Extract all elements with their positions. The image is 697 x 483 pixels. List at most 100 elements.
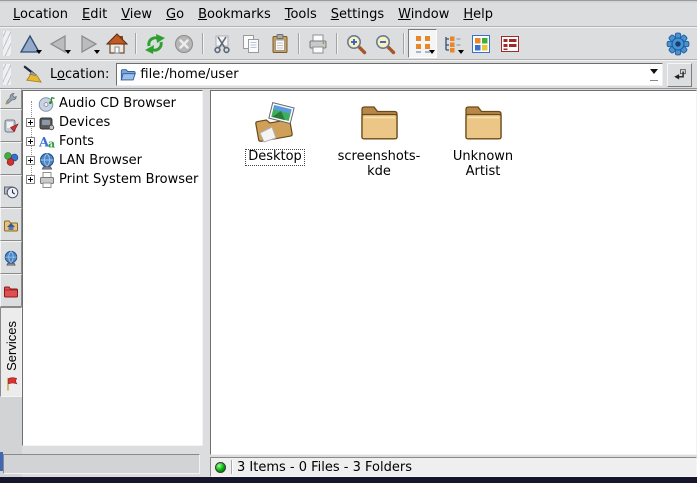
menu-item[interactable]: Location: [6, 5, 75, 24]
status-led-icon: [215, 462, 226, 473]
status-text: 3 Items - 0 Files - 3 Folders: [237, 460, 412, 475]
reload-icon: [144, 33, 166, 55]
stop-icon: [173, 33, 195, 55]
kde-gear-button[interactable]: [663, 29, 693, 59]
print-button[interactable]: [303, 29, 332, 58]
toolbar-drag-handle[interactable]: [3, 31, 11, 56]
file-item[interactable]: screenshots-kde: [331, 97, 427, 181]
sidebar-tab-strip: Services: [0, 89, 22, 477]
detailed-list-view-icon: [499, 33, 521, 55]
multicolumn-view-button[interactable]: [466, 29, 495, 58]
menu-item[interactable]: Tools: [278, 5, 324, 24]
sidebar-tab-history[interactable]: [0, 175, 22, 208]
menu-item[interactable]: Edit: [75, 5, 114, 24]
expander-plus-icon[interactable]: [26, 175, 35, 184]
cut-button[interactable]: [207, 29, 236, 58]
main-toolbar: [0, 27, 697, 60]
home-icon: [106, 33, 128, 55]
menu-item[interactable]: Help: [456, 5, 500, 24]
zoom-out-icon: [374, 33, 396, 55]
network-globe-icon: [3, 250, 19, 266]
toolbar-separator: [403, 33, 404, 54]
file-item-icon: [355, 97, 403, 145]
go-button[interactable]: [667, 63, 692, 87]
file-item-label: screenshots-kde: [331, 149, 427, 181]
tree-item-label: LAN Browser: [59, 153, 142, 168]
enter-arrow-icon: [672, 67, 688, 83]
tree-view-button[interactable]: [437, 29, 466, 58]
multicolumn-view-icon: [470, 33, 492, 55]
services-flag-icon: [3, 376, 19, 392]
menu-item[interactable]: Window: [391, 5, 456, 24]
copy-button[interactable]: [236, 29, 265, 58]
main-panel: Desktop screenshots-kde Unknown Artist: [210, 89, 697, 477]
sidebar-tab-devices[interactable]: [0, 142, 22, 175]
services-tree: Audio CD Browser Devices Fonts: [22, 90, 203, 446]
copy-icon: [240, 33, 262, 55]
window-bottom-edge: [0, 477, 697, 483]
devices-icon: [3, 151, 19, 167]
sidebar-tab-bookmarks[interactable]: [0, 109, 22, 142]
chevron-down-icon: [650, 69, 658, 78]
location-input[interactable]: file:/home/user: [116, 63, 663, 86]
paste-button[interactable]: [265, 29, 294, 58]
menu-item[interactable]: Go: [159, 5, 191, 24]
file-item[interactable]: Unknown Artist: [435, 97, 531, 181]
root-folder-icon: [3, 283, 19, 299]
expander-plus-icon[interactable]: [26, 156, 35, 165]
tree-item[interactable]: LAN Browser: [23, 151, 202, 170]
toolbar-separator: [202, 33, 203, 54]
file-item-icon: [459, 97, 507, 145]
location-value: file:/home/user: [140, 67, 641, 82]
tree-item[interactable]: Audio CD Browser: [23, 94, 202, 113]
menu-item[interactable]: View: [114, 5, 159, 24]
location-dropdown-button[interactable]: [645, 64, 662, 85]
content-area: Services Audio CD Browser: [0, 89, 697, 477]
tree-item-icon: [38, 171, 56, 189]
expander-plus-icon[interactable]: [26, 118, 35, 127]
up-button[interactable]: [15, 29, 44, 58]
bookmarks-icon: [3, 118, 19, 134]
menu-item[interactable]: Bookmarks: [191, 5, 278, 24]
broom-icon: [22, 64, 43, 85]
icon-view-button[interactable]: [408, 29, 437, 58]
sidebar-tab-home-folder[interactable]: [0, 208, 22, 241]
toolbar-separator: [135, 33, 136, 54]
tree-item-label: Print System Browser: [59, 172, 198, 187]
back-button[interactable]: [44, 29, 73, 58]
tree-view-dropdown-arrow-icon: [458, 50, 464, 57]
sidebar-configure-button[interactable]: [0, 89, 22, 109]
file-item-label: Unknown Artist: [435, 149, 531, 181]
tree-item[interactable]: Fonts: [23, 132, 202, 151]
tree-item[interactable]: Devices: [23, 113, 202, 132]
cut-icon: [211, 33, 233, 55]
zoom-in-button[interactable]: [341, 29, 370, 58]
tree-item[interactable]: Print System Browser: [23, 170, 202, 189]
panel-splitter[interactable]: [203, 89, 210, 477]
sidebar-tab-network[interactable]: [0, 241, 22, 274]
clear-location-button[interactable]: [19, 62, 45, 88]
file-item-label: Desktop: [245, 149, 305, 166]
home-folder-icon: [3, 217, 19, 233]
zoom-out-button[interactable]: [370, 29, 399, 58]
reload-button[interactable]: [140, 29, 169, 58]
tree-item-label: Audio CD Browser: [59, 96, 176, 111]
home-button[interactable]: [102, 29, 131, 58]
configure-icon: [4, 92, 18, 106]
stop-button[interactable]: [169, 29, 198, 58]
combo-grip: [650, 80, 658, 81]
sidebar-progress-bar: [3, 454, 200, 474]
services-tab-label: Services: [4, 321, 19, 371]
sidebar-tab-services[interactable]: Services: [0, 307, 22, 397]
file-item[interactable]: Desktop: [227, 97, 323, 166]
forward-button[interactable]: [73, 29, 102, 58]
menu-item[interactable]: Settings: [324, 5, 391, 24]
detailed-list-view-button[interactable]: [495, 29, 524, 58]
sidebar-tab-root-folder[interactable]: [0, 274, 22, 307]
file-icon-view[interactable]: Desktop screenshots-kde Unknown Artist: [210, 90, 697, 455]
up-dropdown-arrow-icon: [36, 50, 42, 57]
tree-item-label: Fonts: [59, 134, 94, 149]
menu-bar: LocationEditViewGoBookmarksToolsSettings…: [0, 3, 697, 27]
expander-plus-icon[interactable]: [26, 137, 35, 146]
location-bar-drag-handle[interactable]: [3, 64, 11, 85]
